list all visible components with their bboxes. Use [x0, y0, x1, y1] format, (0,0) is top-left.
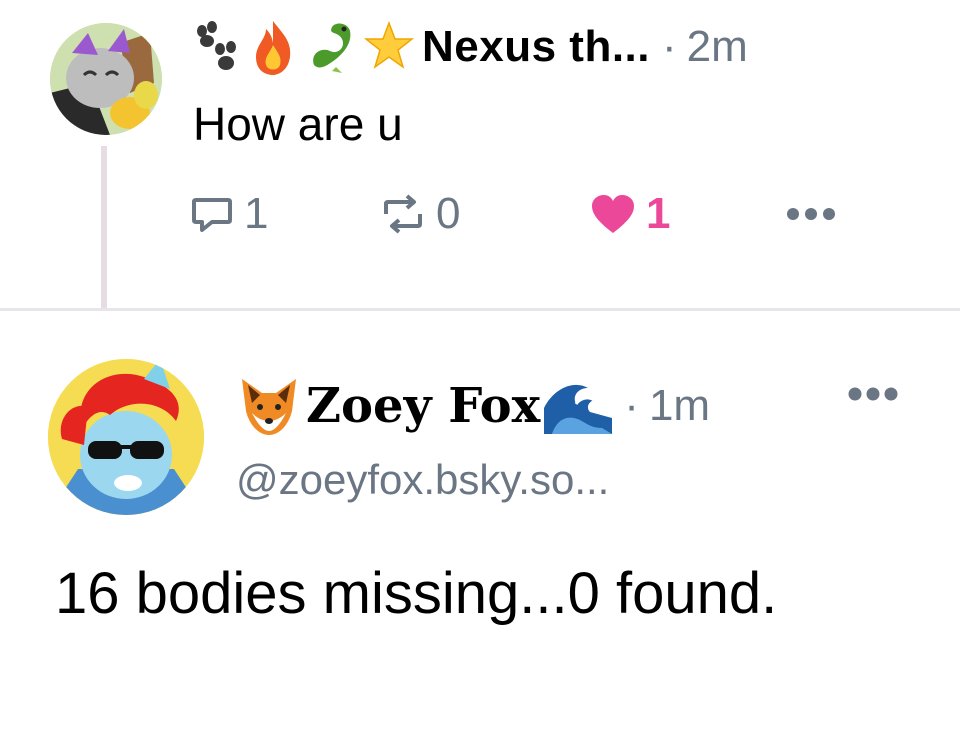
- ellipsis-icon: [848, 387, 898, 401]
- author-name[interactable]: Zoey Fox: [306, 378, 540, 434]
- author-handle[interactable]: @zoeyfox.bsky.so...: [236, 456, 609, 504]
- more-options-button[interactable]: [786, 188, 836, 240]
- divider: [0, 308, 960, 311]
- like-button[interactable]: 1: [590, 188, 670, 240]
- author-name[interactable]: Nexus th...: [422, 22, 650, 72]
- post-header: Nexus th... · 2m: [190, 12, 748, 82]
- dragon-icon: [306, 17, 356, 77]
- paw-prints-icon: [190, 17, 240, 77]
- post-text: How are u: [193, 98, 403, 150]
- thread-line: [101, 146, 107, 309]
- post-actions: 1 0 1: [190, 188, 850, 240]
- post-time[interactable]: 2m: [687, 22, 748, 72]
- avatar[interactable]: [48, 359, 204, 515]
- repost-button[interactable]: 0: [380, 188, 460, 240]
- post-header: Zoey Fox · 1m: [236, 368, 710, 444]
- feed: Nexus th... · 2m How are u 1 0 1 Zoey Fo…: [0, 0, 960, 731]
- more-options-button[interactable]: [847, 386, 899, 407]
- reply-count: 1: [244, 189, 269, 238]
- fire-icon: [248, 17, 298, 77]
- post-text: 16 bodies missing...0 found.: [55, 561, 778, 626]
- reply-button[interactable]: 1: [190, 188, 268, 240]
- star-icon: [364, 17, 414, 77]
- water-wave-icon: [544, 378, 613, 434]
- heart-icon: [592, 195, 634, 233]
- like-count: 1: [646, 189, 671, 238]
- separator: ·: [624, 381, 639, 430]
- avatar[interactable]: [50, 23, 162, 135]
- repost-icon: [384, 194, 422, 234]
- avatar-image: [50, 23, 162, 135]
- fox-face-icon: [236, 373, 302, 439]
- separator: ·: [662, 22, 677, 71]
- post-time[interactable]: 1m: [649, 381, 710, 431]
- ellipsis-icon: [787, 208, 835, 220]
- reply-icon: [192, 198, 232, 232]
- avatar-image: [48, 359, 204, 515]
- post-nexus[interactable]: Nexus th... · 2m How are u 1 0 1: [0, 0, 960, 309]
- repost-count: 0: [436, 189, 461, 238]
